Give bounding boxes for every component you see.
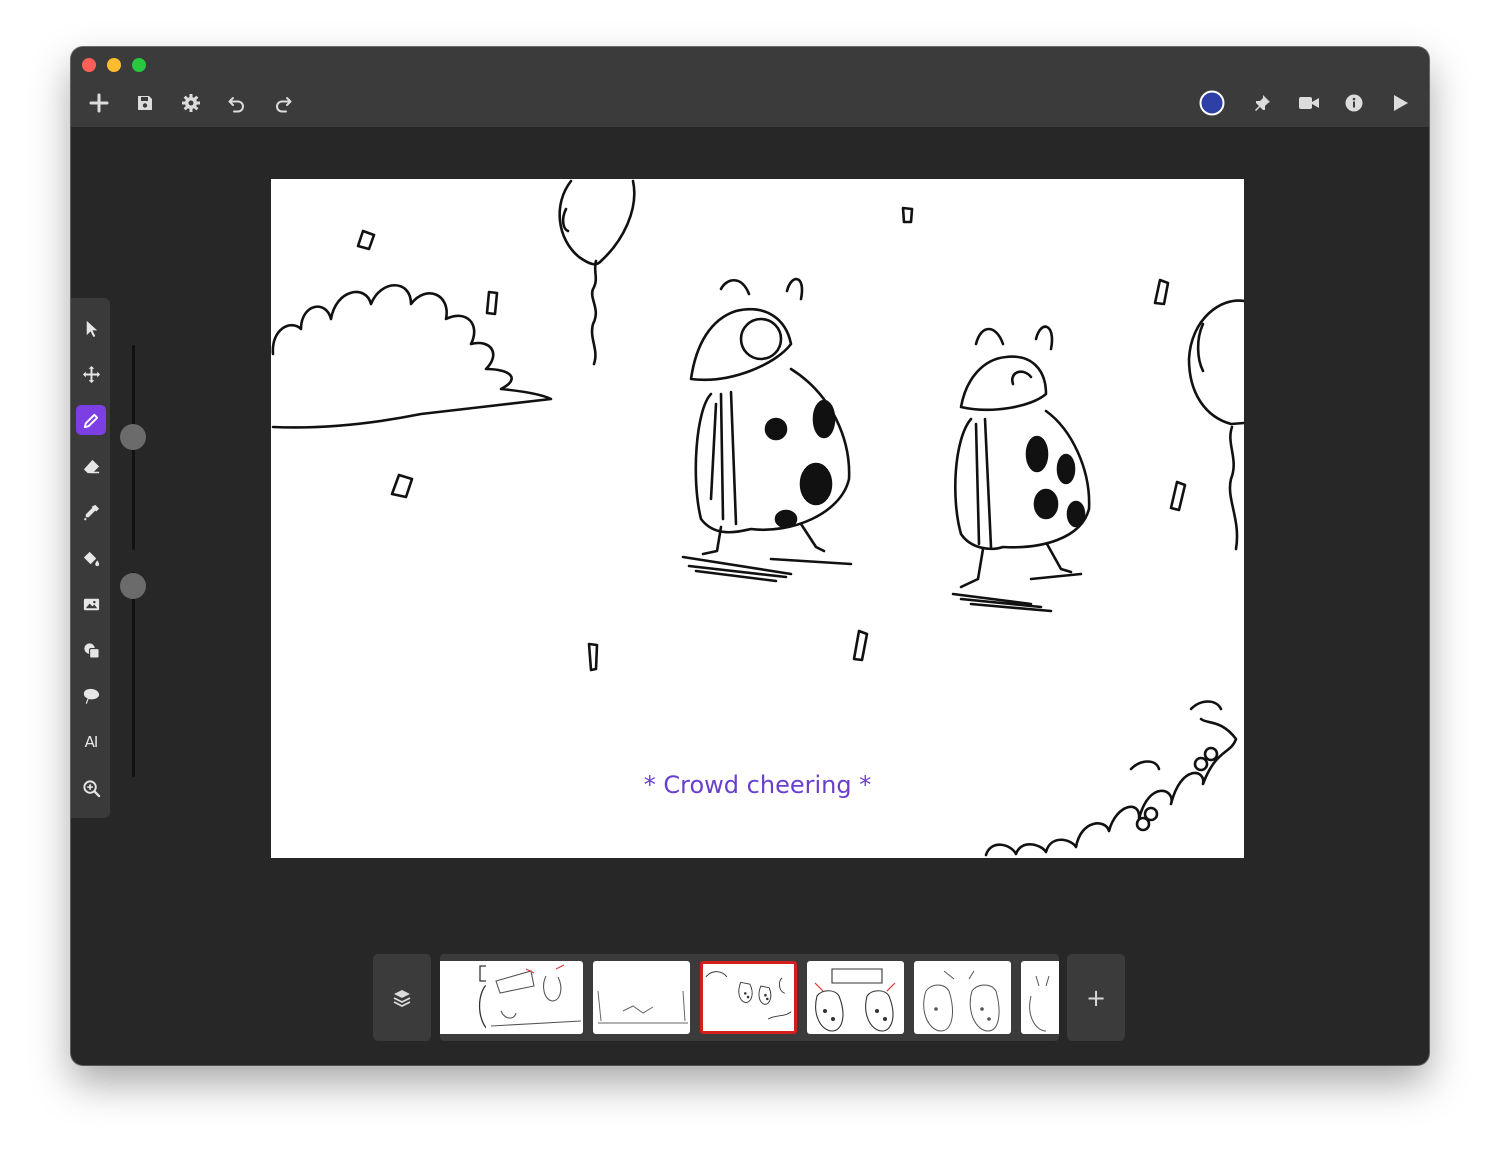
image-icon [83,598,99,610]
eraser-tool[interactable] [76,451,106,481]
zoom-tool[interactable] [76,773,106,803]
info-icon[interactable] [1341,90,1367,116]
undo-icon[interactable] [224,90,250,116]
text-tool[interactable]: AI [76,727,106,757]
color-swatch[interactable] [1199,90,1225,116]
canvas-caption: * Crowd cheering * [643,771,872,799]
move-arrows-icon [82,365,100,383]
frame-thumbnail[interactable] [1021,961,1059,1034]
opacity-slider-track[interactable] [132,572,135,777]
eraser-icon [83,459,99,473]
layers-button[interactable] [373,954,431,1041]
tool-rail: AI [71,298,110,818]
eyedropper-icon [83,504,99,521]
zoom-window-button[interactable] [132,58,146,72]
balloon-right-drawing [1187,299,1244,426]
move-tool[interactable] [76,359,106,389]
ladybug-left-drawing [681,277,853,583]
text-cursor-icon: I [93,733,99,751]
plus-icon[interactable] [86,90,112,116]
pin-icon[interactable] [1249,90,1275,116]
ladybug-right-drawing [951,325,1091,613]
cursor-arrow-icon [86,320,97,337]
balloon-left-drawing [558,179,636,266]
frame-thumbnail[interactable] [486,961,583,1034]
shapes-icon [83,642,100,659]
shapes-tool[interactable] [76,635,106,665]
frame-thumbnail-selected[interactable] [700,961,797,1034]
add-frame-button[interactable]: + [1067,954,1125,1041]
paint-bucket-icon [83,551,99,566]
lasso-tool[interactable] [76,681,106,711]
close-window-button[interactable] [82,58,96,72]
pencil-tool[interactable] [76,405,106,435]
minimize-window-button[interactable] [107,58,121,72]
select-tool[interactable] [76,313,106,343]
frame-thumbnail[interactable] [807,961,904,1034]
title-toolbar [71,47,1429,127]
text-tool-label: A [84,733,95,751]
lasso-icon [83,688,99,704]
opacity-slider-handle[interactable] [120,573,146,600]
video-camera-icon[interactable] [1296,90,1322,116]
add-frame-label: + [1085,983,1107,1012]
save-icon[interactable] [132,90,158,116]
app-window: AI * Crowd cheering * + [71,47,1429,1065]
frame-thumbnail[interactable] [593,961,690,1034]
image-tool[interactable] [76,589,106,619]
frame-thumbnail[interactable] [914,961,1011,1034]
pencil-icon [83,413,98,428]
drawing-canvas[interactable]: * Crowd cheering * [271,179,1244,858]
brush-size-slider-handle[interactable] [120,424,146,451]
zoom-in-icon [82,779,100,797]
fill-tool[interactable] [76,543,106,573]
eyedropper-tool[interactable] [76,497,106,527]
redo-icon[interactable] [270,90,296,116]
play-icon[interactable] [1387,90,1413,116]
layers-icon [393,989,411,1007]
storyboard-drawing [271,179,1244,857]
gear-icon[interactable] [178,90,204,116]
frame-strip[interactable] [440,954,1059,1041]
cloud-drawing [271,283,553,429]
